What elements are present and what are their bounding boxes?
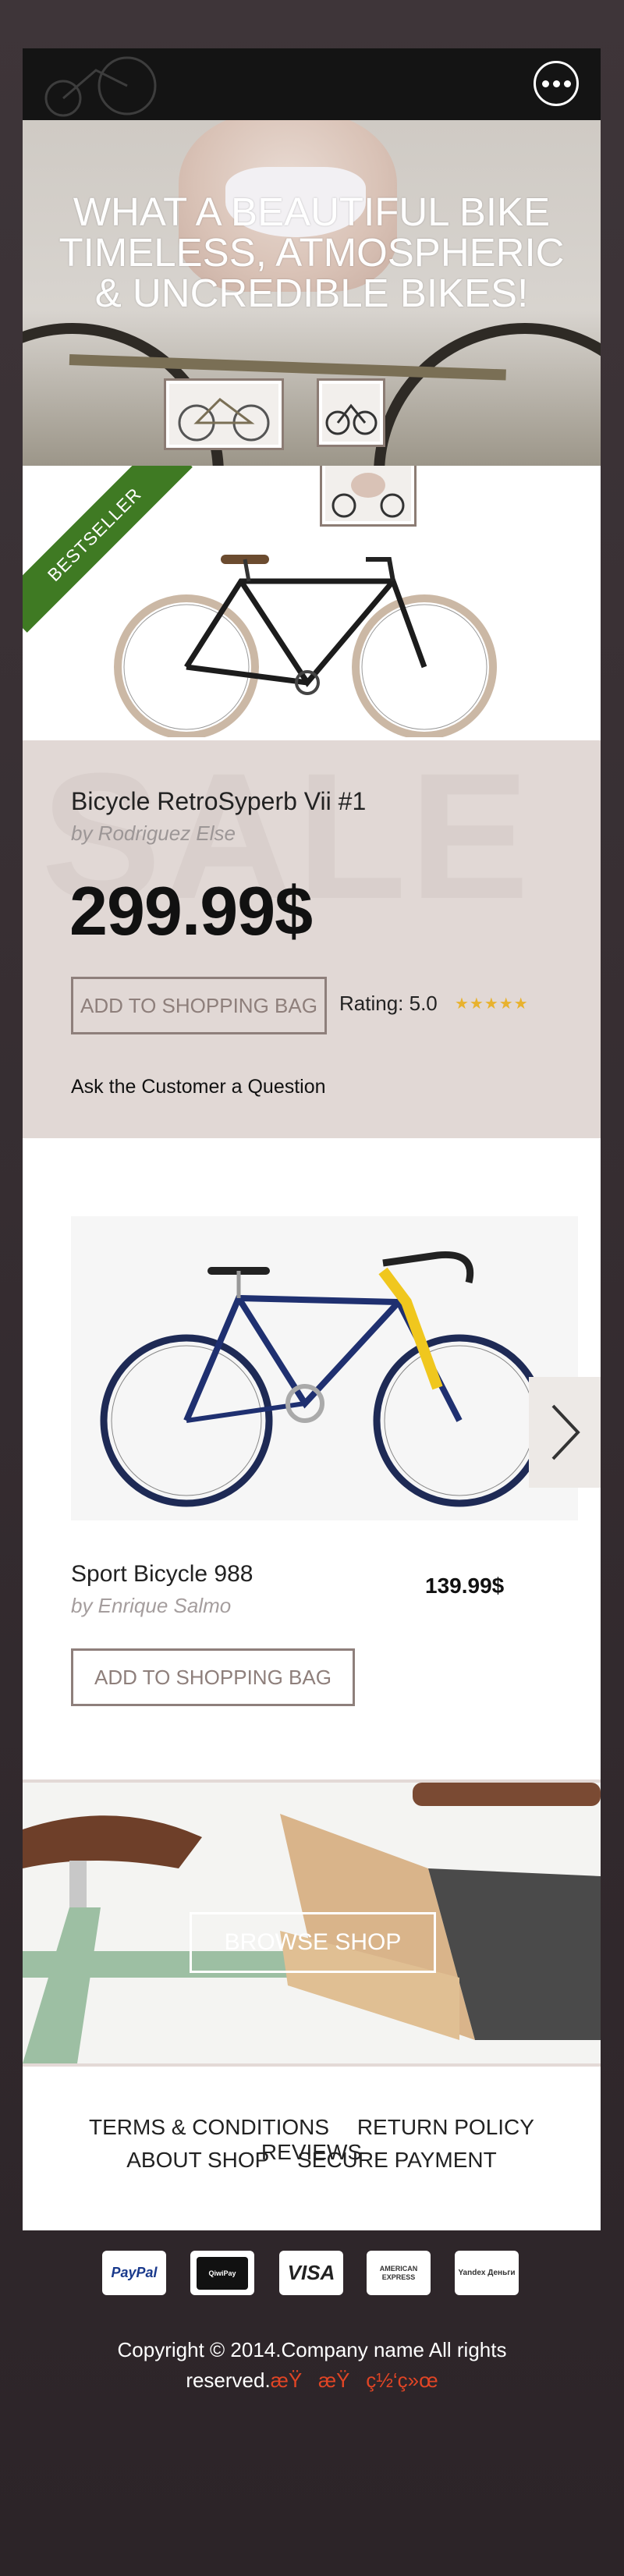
paypal-text: PayPal	[111, 2265, 158, 2280]
add-to-bag-button[interactable]: ADD TO SHOPPING BAG	[71, 1648, 355, 1706]
copyright-line2: reserved.æŸæŸç½‘ç»œ	[0, 2365, 624, 2396]
copyright: Copyright © 2014.Company name All rights…	[0, 2335, 624, 2396]
dot	[563, 80, 571, 87]
copyright-line1: Copyright © 2014.Company name All rights	[117, 2338, 507, 2361]
rating-stars: ★★★★★	[455, 995, 529, 1013]
browse-shop-button[interactable]: BROWSE SHOP	[190, 1912, 436, 1973]
product-card-2: Sport Bicycle 988 by Enrique Salmo 139.9…	[23, 1138, 601, 1779]
product-details-panel: SALE Bicycle RetroSyperb Vii #1 by Rodri…	[23, 740, 601, 1138]
retro-bike-image	[114, 555, 497, 737]
footer-links-row: ABOUT SHOP SECURE PAYMENT	[23, 2148, 601, 2173]
thumbnail-image	[169, 384, 278, 445]
copyright-reserved: reserved.	[186, 2368, 271, 2392]
copyright-garbled-link[interactable]: æŸæŸç½‘ç»œ	[271, 2368, 438, 2392]
qiwi-icon: QiwiPay	[190, 2251, 254, 2295]
page-container: WHAT A BEAUTIFUL BIKE TIMELESS, ATMOSPHE…	[23, 48, 601, 2230]
product-title[interactable]: Sport Bicycle 988	[71, 1561, 253, 1588]
hero-line: WHAT A BEAUTIFUL BIKE	[73, 190, 551, 234]
slider-thumbnail[interactable]	[317, 378, 385, 447]
terms-link[interactable]: TERMS & CONDITIONS	[89, 2115, 329, 2139]
product-card-image[interactable]: BESTSELLER	[23, 466, 601, 740]
yandex-money-icon: Yandex Деньги	[455, 2251, 519, 2295]
hero-bike-wheel	[374, 323, 601, 466]
hero-line: & UNCREDIBLE BIKES!	[94, 271, 529, 315]
product-author: by Enrique Salmo	[71, 1594, 232, 1617]
product-title[interactable]: Bicycle RetroSyperb Vii #1	[71, 787, 366, 816]
about-shop-link[interactable]: ABOUT SHOP	[126, 2148, 269, 2172]
visa-icon: VISA	[279, 2251, 343, 2295]
dot	[552, 80, 560, 87]
slider-thumbnail[interactable]	[320, 466, 417, 527]
qiwi-text: QiwiPay	[197, 2256, 248, 2290]
return-policy-link[interactable]: RETURN POLICY	[357, 2115, 534, 2139]
ask-question-link[interactable]: Ask the Customer a Question	[71, 1076, 326, 1098]
browse-banner: BROWSE SHOP	[23, 1779, 601, 2067]
dot	[541, 80, 549, 87]
thumbnail-image	[325, 466, 411, 521]
hero-headline: WHAT A BEAUTIFUL BIKE TIMELESS, ATMOSPHE…	[23, 192, 601, 314]
product-price: 299.99$	[69, 872, 313, 949]
yandex-text: Yandex Деньги	[458, 2268, 516, 2277]
visa-text: VISA	[287, 2261, 335, 2284]
add-to-bag-button[interactable]: ADD TO SHOPPING BAG	[71, 977, 327, 1034]
product-price: 139.99$	[425, 1574, 505, 1598]
more-dots-icon[interactable]	[534, 61, 579, 106]
thumbnail-image	[322, 384, 380, 442]
hero-line: TIMELESS, ATMOSPHERIC	[58, 230, 565, 275]
chevron-right-icon	[551, 1404, 580, 1460]
amex-icon: AMERICAN EXPRESS	[367, 2251, 431, 2295]
amex-text: AMERICAN EXPRESS	[379, 2264, 418, 2281]
product-author: by Rodriguez Else	[71, 821, 236, 845]
rating-label: Rating: 5.0	[339, 992, 438, 1015]
slider-thumbnail[interactable]	[164, 378, 284, 450]
paypal-icon: PayPal	[102, 2251, 166, 2295]
logo[interactable]	[34, 55, 174, 117]
sport-bike-image[interactable]	[71, 1216, 578, 1520]
hero-slider[interactable]: WHAT A BEAUTIFUL BIKE TIMELESS, ATMOSPHE…	[23, 120, 601, 466]
footer-links: TERMS & CONDITIONS RETURN POLICY REVIEWS…	[23, 2067, 601, 2230]
secure-payment-link[interactable]: SECURE PAYMENT	[297, 2148, 497, 2172]
header-bar	[23, 48, 601, 120]
next-product-button[interactable]	[529, 1377, 601, 1488]
